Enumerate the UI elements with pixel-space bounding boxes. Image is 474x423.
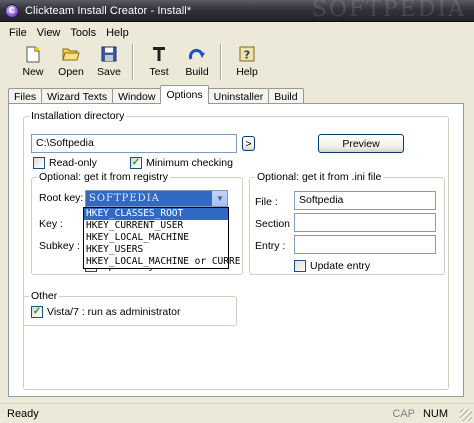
ini-file-label: File : bbox=[255, 196, 278, 208]
tab-window[interactable]: Window bbox=[112, 88, 162, 104]
status-cap: CAP bbox=[392, 407, 415, 420]
new-document-icon bbox=[23, 45, 43, 63]
help-question-icon: ? bbox=[237, 45, 257, 63]
dropdown-option[interactable]: HKEY_CURRENT_USER bbox=[84, 220, 228, 232]
vista-admin-checkbox[interactable]: ✓ Vista/7 : run as administrator bbox=[31, 306, 180, 318]
save-button[interactable]: Save bbox=[90, 42, 128, 82]
readonly-checkbox[interactable]: Read-only bbox=[33, 157, 97, 169]
registry-legend: Optional: get it from registry bbox=[39, 171, 168, 183]
chevron-down-icon[interactable]: ▼ bbox=[212, 191, 227, 206]
tab-files[interactable]: Files bbox=[8, 88, 43, 104]
dropdown-option[interactable]: HKEY_LOCAL_MACHINE or CURRE bbox=[84, 256, 240, 268]
window-title: Clickteam Install Creator - Install* bbox=[25, 4, 192, 17]
ini-file-legend: Optional: get it from .ini file bbox=[257, 171, 382, 183]
options-panel: Installation directory C:\Softpedia > Pr… bbox=[8, 103, 464, 397]
root-key-dropdown-list: HKEY_CLASSES_ROOT HKEY_CURRENT_USER HKEY… bbox=[83, 207, 240, 269]
menu-tools[interactable]: Tools bbox=[65, 27, 101, 39]
ini-section-input[interactable] bbox=[294, 213, 436, 232]
tab-uninstaller[interactable]: Uninstaller bbox=[207, 88, 270, 104]
ini-entry-input[interactable] bbox=[294, 235, 436, 254]
test-button[interactable]: Test bbox=[140, 42, 178, 82]
minimum-checking-checkbox[interactable]: ✓ Minimum checking bbox=[130, 157, 233, 169]
save-label: Save bbox=[97, 66, 121, 78]
new-button[interactable]: New bbox=[14, 42, 52, 82]
new-label: New bbox=[22, 66, 44, 78]
tab-build[interactable]: Build bbox=[268, 88, 304, 104]
resize-grip[interactable] bbox=[460, 409, 472, 421]
tab-wizard-texts[interactable]: Wizard Texts bbox=[41, 88, 114, 104]
toolbar-separator bbox=[220, 44, 222, 80]
browse-button[interactable]: > bbox=[242, 136, 255, 151]
menu-bar: File View Tools Help bbox=[0, 23, 474, 42]
test-T-icon bbox=[149, 45, 169, 63]
root-key-label: Root key: bbox=[39, 192, 84, 204]
update-entry-checkbox[interactable]: Update entry bbox=[294, 260, 370, 272]
other-legend: Other bbox=[31, 290, 58, 302]
update-entry-check bbox=[294, 260, 306, 272]
root-key-value: SOFTPEDIA bbox=[89, 193, 160, 204]
dropdown-option[interactable]: HKEY_CLASSES_ROOT bbox=[84, 208, 228, 220]
ini-entry-label: Entry : bbox=[255, 240, 286, 252]
root-key-combobox[interactable]: SOFTPEDIA ▼ bbox=[85, 190, 228, 207]
build-arrow-icon bbox=[187, 45, 207, 63]
vista-admin-check: ✓ bbox=[31, 306, 43, 318]
tab-options[interactable]: Options bbox=[160, 85, 209, 104]
title-bar: C Clickteam Install Creator - Install* S… bbox=[0, 0, 474, 22]
dropdown-option[interactable]: HKEY_USERS bbox=[84, 244, 228, 256]
app-icon: C bbox=[5, 3, 19, 18]
status-num: NUM bbox=[422, 407, 448, 420]
menu-help[interactable]: Help bbox=[101, 27, 134, 39]
build-button[interactable]: Build bbox=[178, 42, 216, 82]
menu-view[interactable]: View bbox=[32, 27, 66, 39]
toolbar: New Open Save Test Build ? Help bbox=[0, 42, 474, 84]
tab-strip: Files Wizard Texts Window Options Uninst… bbox=[8, 85, 304, 104]
svg-text:?: ? bbox=[244, 49, 250, 62]
open-button[interactable]: Open bbox=[52, 42, 90, 82]
help-button[interactable]: ? Help bbox=[228, 42, 266, 82]
preview-button[interactable]: Preview bbox=[318, 134, 404, 153]
status-text: Ready bbox=[7, 407, 39, 420]
watermark-logo: SOFTPEDIA bbox=[311, 0, 466, 22]
toolbar-separator bbox=[132, 44, 134, 80]
subkey-label: Subkey : bbox=[39, 240, 80, 252]
installation-directory-legend: Installation directory bbox=[31, 110, 125, 122]
dropdown-option[interactable]: HKEY_LOCAL_MACHINE bbox=[84, 232, 228, 244]
update-entry-label: Update entry bbox=[310, 260, 371, 272]
open-label: Open bbox=[58, 66, 84, 78]
vista-admin-label: Vista/7 : run as administrator bbox=[47, 306, 181, 318]
ini-file-input[interactable]: Softpedia bbox=[294, 191, 436, 210]
minimum-checking-check: ✓ bbox=[130, 157, 142, 169]
test-label: Test bbox=[149, 66, 169, 78]
status-bar: Ready CAP NUM bbox=[0, 403, 474, 423]
key-label: Key : bbox=[39, 218, 63, 230]
menu-file[interactable]: File bbox=[4, 27, 32, 39]
readonly-check bbox=[33, 157, 45, 169]
open-folder-icon bbox=[61, 45, 81, 63]
install-dir-input[interactable]: C:\Softpedia bbox=[31, 134, 237, 153]
readonly-label: Read-only bbox=[49, 157, 97, 169]
minimum-checking-label: Minimum checking bbox=[146, 157, 233, 169]
help-label: Help bbox=[236, 66, 258, 78]
build-label: Build bbox=[185, 66, 209, 78]
ini-section-label: Section : bbox=[255, 218, 296, 230]
save-disk-icon bbox=[99, 45, 119, 63]
